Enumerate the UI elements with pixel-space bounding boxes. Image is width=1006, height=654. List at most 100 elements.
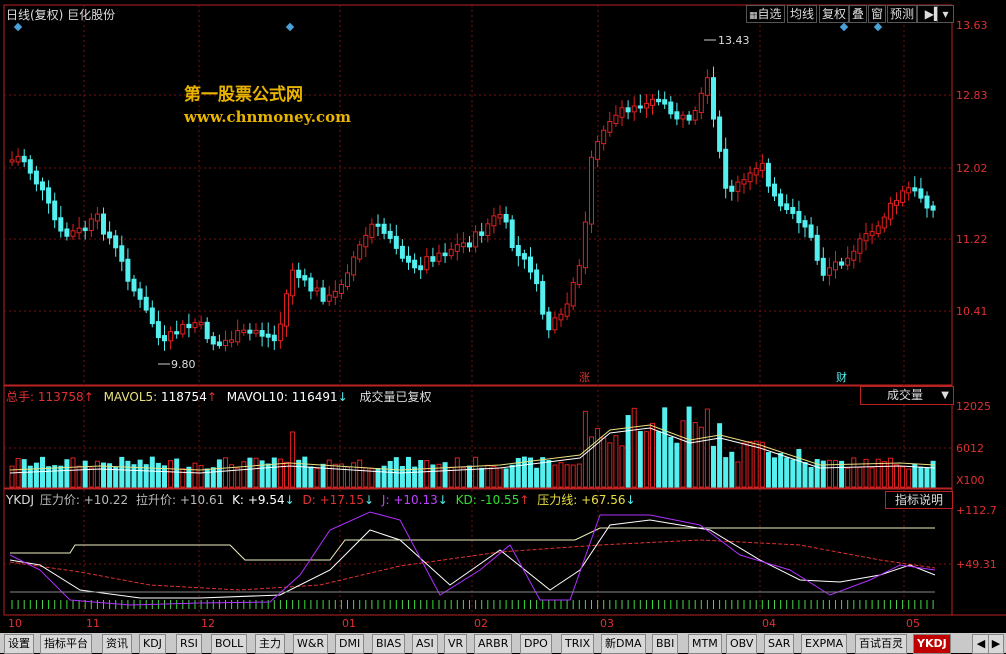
tab-expma[interactable]: EXPMA: [801, 634, 848, 654]
y-tick: 12.83: [956, 89, 988, 102]
volume-bar: [711, 445, 716, 488]
candle: [430, 256, 436, 262]
indicator-help-button[interactable]: 指标说明: [885, 491, 953, 509]
candle: [113, 235, 119, 249]
volume-bar: [765, 452, 771, 488]
volume-bar: [869, 467, 875, 488]
candle: [143, 296, 149, 311]
tab-boll[interactable]: BOLL: [211, 634, 248, 654]
candle: [857, 238, 863, 254]
tab-new-dma[interactable]: 新DMA: [601, 634, 646, 654]
tab-vr[interactable]: VR: [444, 634, 468, 654]
candle: [284, 293, 289, 327]
volume-bar: [216, 459, 222, 488]
volume-bar: [735, 461, 741, 488]
candle: [589, 156, 594, 225]
candle: [155, 321, 161, 339]
tab-shezhi[interactable]: 设置: [4, 634, 34, 654]
candle: [393, 235, 399, 249]
candle: [52, 200, 58, 221]
volume-bar: [40, 456, 45, 488]
volume-bar: [131, 464, 137, 488]
volume-bar: [454, 457, 460, 488]
candle: [662, 99, 668, 105]
tab-rsi[interactable]: RSI: [176, 634, 202, 654]
event-marker: [285, 22, 295, 32]
tab-baishi-bailing[interactable]: 百试百灵: [855, 634, 907, 654]
volume-bar: [546, 460, 552, 488]
candle: [479, 231, 485, 236]
candle: [894, 199, 899, 206]
candle: [485, 223, 491, 236]
candle: [869, 231, 875, 237]
toolbar-dropdown-button[interactable]: ▾: [937, 5, 954, 23]
volume-bar: [52, 465, 58, 488]
tab-bbi[interactable]: BBI: [652, 634, 679, 654]
tab-ykdj[interactable]: YKDJ: [913, 634, 951, 654]
volume-bar: [881, 461, 887, 488]
volume-bar: [76, 465, 82, 488]
candle: [515, 244, 521, 257]
x-tick: 02: [474, 617, 488, 630]
tab-bias[interactable]: BIAS: [372, 634, 406, 654]
volume-bar: [619, 445, 625, 488]
tab-zixun[interactable]: 资讯: [102, 634, 132, 654]
volume-bar: [58, 465, 64, 488]
candle: [558, 313, 564, 321]
volume-bar: [332, 463, 338, 488]
tab-dmi[interactable]: DMI: [335, 634, 365, 654]
y-tick: +112.7: [956, 504, 997, 517]
candle: [454, 244, 460, 252]
x-tick: 11: [86, 617, 100, 630]
candle: [418, 265, 424, 271]
candle: [332, 290, 338, 298]
svg-text:9.80: 9.80: [171, 358, 196, 371]
chuang-button[interactable]: 窗: [868, 5, 887, 23]
stock-chart[interactable]: 13.63 12.83 12.02 11.22 10.41 13.43 9.80…: [0, 0, 1006, 653]
candle: [82, 227, 88, 231]
candle: [216, 341, 222, 347]
candle: [101, 213, 106, 235]
tab-mtm[interactable]: MTM: [688, 634, 722, 654]
yuce-button[interactable]: 预测: [887, 5, 918, 23]
volume-bar: [326, 459, 332, 488]
volume-legend: 总手: 113758↑ MAVOL5: 118754↑ MAVOL10: 116…: [6, 390, 432, 404]
die-button[interactable]: 叠: [849, 5, 868, 23]
candle: [363, 234, 369, 248]
tab-kdj[interactable]: KDJ: [139, 634, 166, 654]
indicator-selector[interactable]: 成交量 ▼: [860, 386, 954, 405]
tab-wr[interactable]: W&R: [293, 634, 329, 654]
tab-zhuli[interactable]: 主力: [255, 634, 285, 654]
tab-scroll-right-button[interactable]: ▶: [988, 634, 1004, 654]
candle: [107, 231, 113, 239]
candle: [619, 107, 625, 118]
tab-dpo[interactable]: DPO: [520, 634, 552, 654]
candle: [674, 111, 680, 120]
candle: [345, 272, 350, 288]
tab-trix[interactable]: TRIX: [561, 634, 595, 654]
x-axis: 10 11 12 01 02 03 04 05: [8, 617, 920, 630]
candle: [790, 207, 796, 214]
volume-bar: [595, 428, 601, 488]
tab-asi[interactable]: ASI: [412, 634, 438, 654]
tab-zhibiao-pingtai[interactable]: 指标平台: [40, 634, 92, 654]
candle: [387, 230, 393, 239]
candle: [875, 225, 881, 235]
volume-bar: [479, 467, 485, 488]
candle: [625, 107, 631, 113]
tab-sar[interactable]: SAR: [764, 634, 795, 654]
zixuan-button[interactable]: ▦自选: [746, 5, 785, 23]
candle: [686, 114, 692, 121]
candle: [564, 303, 570, 317]
candle: [229, 339, 235, 343]
tab-arbr[interactable]: ARBR: [474, 634, 513, 654]
candle: [320, 287, 326, 302]
candle: [265, 333, 271, 338]
volume-bar: [534, 467, 540, 488]
volume-bar: [198, 464, 204, 488]
junxian-button[interactable]: 均线: [787, 5, 818, 23]
fuquan-button[interactable]: 复权: [819, 5, 850, 23]
volume-bar: [802, 462, 808, 488]
tab-obv[interactable]: OBV: [726, 634, 758, 654]
candle: [168, 331, 174, 342]
